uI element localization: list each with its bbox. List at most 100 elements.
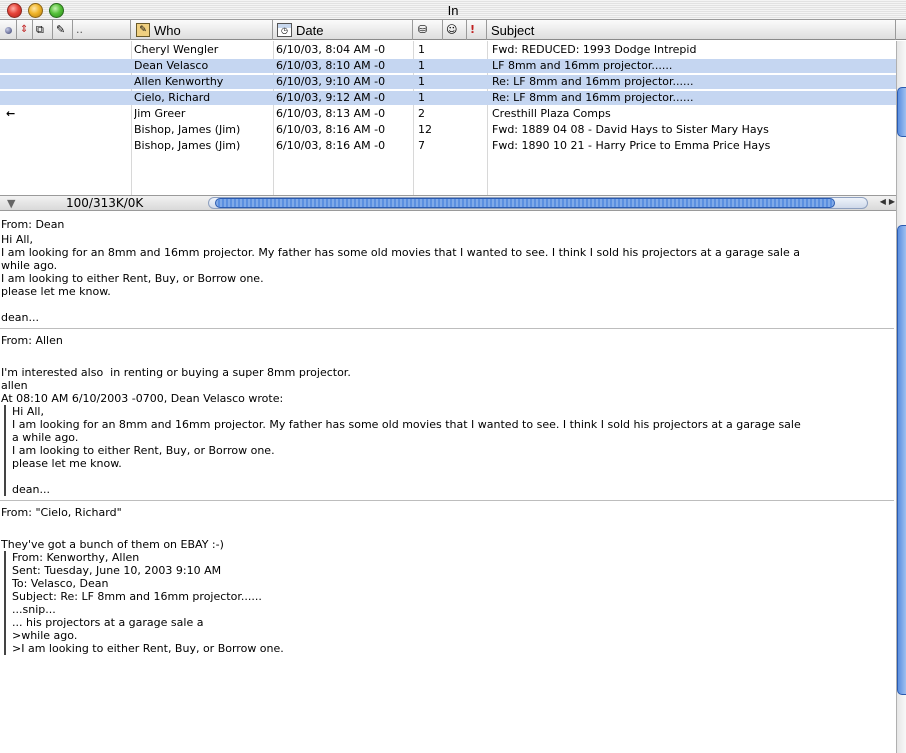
text-line: [1, 525, 894, 538]
message-list[interactable]: Cheryl Wengler 6/10/03, 8:04 AM -0 1 Fwd: R…: [0, 41, 896, 195]
text-line: I am looking for an 8mm and 16mm project…: [12, 418, 801, 431]
who-icon: ✎: [136, 23, 150, 37]
text-line: To: Velasco, Dean: [12, 577, 109, 590]
who-cell: Cheryl Wengler: [134, 43, 219, 56]
subject-cell: LF 8mm and 16mm projector......: [492, 59, 673, 72]
message-body: I'm interested also in renting or buying…: [0, 353, 894, 405]
message-2: From: Allen I'm interested also in renti…: [0, 333, 894, 496]
message-divider: [0, 328, 894, 329]
subject-cell: Fwd: 1890 10 21 - Harry Price to Emma Pr…: [492, 139, 771, 152]
disclosure-triangle-icon[interactable]: ▼: [7, 197, 15, 210]
text-line: allen: [1, 379, 28, 392]
text-line: please let me know.: [12, 457, 122, 470]
message-body: Hi All, I am looking for an 8mm and 16mm …: [0, 233, 894, 324]
message-row[interactable]: ← Jim Greer 6/10/03, 8:13 AM -0 2 Cresthill …: [0, 107, 896, 121]
list-scroll-thumb[interactable]: [897, 87, 906, 137]
title-bar[interactable]: In: [0, 0, 906, 20]
date-cell: 6/10/03, 8:16 AM -0: [276, 139, 386, 152]
size-cell: 7: [418, 139, 425, 152]
date-header-label: Date: [296, 22, 324, 38]
size-cell: 1: [418, 91, 425, 104]
who-cell: Cielo, Richard: [134, 91, 211, 104]
message-row[interactable]: Bishop, James (Jim) 6/10/03, 8:16 AM -0 12…: [0, 123, 896, 137]
from-line: From: Dean: [1, 218, 65, 231]
text-line: [12, 470, 894, 483]
priority-icon: ⇕: [20, 24, 29, 35]
flag-column-header[interactable]: !: [467, 20, 487, 40]
text-line: Hi All,: [1, 233, 33, 246]
horizontal-scroll-thumb[interactable]: [215, 198, 835, 208]
who-cell: Bishop, James (Jim): [134, 123, 241, 136]
date-cell: 6/10/03, 9:10 AM -0: [276, 75, 386, 88]
from-line: From: Allen: [1, 334, 63, 347]
quoted-text: From: Kenworthy, Allen Sent: Tuesday, Jun…: [4, 551, 894, 655]
text-line: They've got a bunch of them on EBAY :-): [1, 538, 224, 551]
message-preview[interactable]: From: Dean Hi All, I am looking for an 8m…: [0, 213, 894, 753]
from-line: From: "Cielo, Richard": [1, 506, 122, 519]
quoted-text: Hi All, I am looking for an 8mm and 16mm …: [4, 405, 894, 496]
window-title: In: [447, 3, 459, 18]
text-line: I am looking to either Rent, Buy, or Bor…: [1, 272, 264, 285]
subject-cell: Re: LF 8mm and 16mm projector......: [492, 91, 694, 104]
size-column-header[interactable]: ⛁: [413, 20, 443, 40]
subject-cell: Fwd: REDUCED: 1993 Dodge Intrepid: [492, 43, 697, 56]
preview-scroll-thumb[interactable]: [897, 225, 906, 695]
status-icon: [5, 26, 12, 34]
more-icon: ..: [76, 23, 83, 36]
extra-columns-header[interactable]: ..: [73, 20, 131, 40]
text-line: >while ago.: [12, 629, 78, 642]
text-line: Sent: Tuesday, June 10, 2003 9:10 AM: [12, 564, 222, 577]
text-line: please let me know.: [1, 285, 111, 298]
text-line: Hi All,: [12, 405, 44, 418]
subject-cell: Fwd: 1889 04 08 - David Hays to Sister M…: [492, 123, 769, 136]
subject-cell: Cresthill Plaza Comps: [492, 107, 611, 120]
text-line: I am looking for an 8mm and 16mm project…: [1, 246, 800, 259]
message-1: From: Dean Hi All, I am looking for an 8m…: [0, 213, 894, 324]
attachment-column-header[interactable]: ⧉: [33, 20, 53, 40]
date-cell: 6/10/03, 9:12 AM -0: [276, 91, 386, 104]
mood-icon: ☺: [446, 23, 458, 36]
who-cell: Bishop, James (Jim): [134, 139, 241, 152]
who-header-label: Who: [154, 22, 181, 38]
flag-icon: !: [470, 23, 476, 36]
who-cell: Dean Velasco: [134, 59, 209, 72]
message-row[interactable]: Cheryl Wengler 6/10/03, 8:04 AM -0 1 Fwd: R…: [0, 43, 896, 57]
column-header: ⇕ ⧉ ✎ .. ✎ Who ◷ Date ⛁ ☺ ! Subject: [0, 20, 906, 40]
priority-column-header[interactable]: ⇕: [17, 20, 33, 40]
mailbox-stats: 100/313K/0K: [66, 196, 144, 210]
label-column-header[interactable]: ✎: [53, 20, 73, 40]
size-cell: 2: [418, 107, 425, 120]
size-cell: 12: [418, 123, 432, 136]
status-column-header[interactable]: [0, 20, 17, 40]
date-icon: ◷: [277, 23, 292, 37]
message-divider: [0, 500, 894, 501]
text-line: >I am looking to either Rent, Buy, or Bo…: [12, 642, 284, 655]
date-cell: 6/10/03, 8:16 AM -0: [276, 123, 386, 136]
message-row[interactable]: Cielo, Richard 6/10/03, 9:12 AM -0 1 Re: LF…: [0, 91, 896, 105]
text-line: [1, 353, 894, 366]
message-row[interactable]: Bishop, James (Jim) 6/10/03, 8:16 AM -0 7 F…: [0, 139, 896, 153]
subject-column-header[interactable]: Subject: [487, 20, 896, 40]
horizontal-scrollbar[interactable]: [208, 197, 868, 209]
size-cell: 1: [418, 43, 425, 56]
date-cell: 6/10/03, 8:10 AM -0: [276, 59, 386, 72]
message-row[interactable]: Dean Velasco 6/10/03, 8:10 AM -0 1 LF 8mm a…: [0, 59, 896, 73]
date-column-header[interactable]: ◷ Date: [273, 20, 413, 40]
text-line: Subject: Re: LF 8mm and 16mm projector..…: [12, 590, 262, 603]
size-cell: 1: [418, 59, 425, 72]
text-line: ... his projectors at a garage sale a: [12, 616, 204, 629]
mood-column-header[interactable]: ☺: [443, 20, 467, 40]
message-row[interactable]: Allen Kenworthy 6/10/03, 9:10 AM -0 1 Re: L…: [0, 75, 896, 89]
attachment-icon: ⧉: [36, 23, 44, 36]
date-cell: 6/10/03, 8:13 AM -0: [276, 107, 386, 120]
text-line: At 08:10 AM 6/10/2003 -0700, Dean Velasc…: [1, 392, 284, 405]
size-icon: ⛁: [418, 23, 428, 36]
label-icon: ✎: [56, 23, 66, 36]
text-line: I am looking to either Rent, Buy, or Bor…: [12, 444, 275, 457]
text-line: ...snip...: [12, 603, 56, 616]
size-cell: 1: [418, 75, 425, 88]
vertical-scrollbar[interactable]: [896, 41, 906, 753]
status-bar: ▼ 100/313K/0K ◀▶: [0, 195, 906, 211]
subject-cell: Re: LF 8mm and 16mm projector......: [492, 75, 694, 88]
who-column-header[interactable]: ✎ Who: [131, 20, 273, 40]
